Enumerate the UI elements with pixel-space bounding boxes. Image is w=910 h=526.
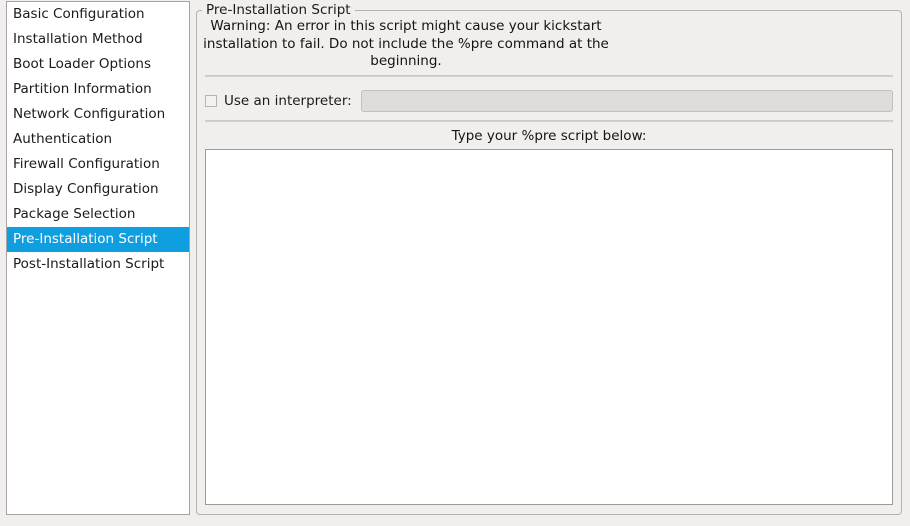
- sidebar-item-post-installation-script[interactable]: Post-Installation Script: [7, 252, 189, 277]
- sidebar-item-firewall-configuration[interactable]: Firewall Configuration: [7, 152, 189, 177]
- separator-bottom: [205, 120, 893, 122]
- warning-line-3: beginning.: [370, 53, 442, 69]
- sidebar-item-basic-configuration[interactable]: Basic Configuration: [7, 2, 189, 27]
- warning-line-1: Warning: An error in this script might c…: [210, 18, 602, 34]
- warning-text: Warning: An error in this script might c…: [201, 18, 611, 71]
- use-interpreter-checkbox[interactable]: [205, 95, 217, 107]
- sidebar-item-display-configuration[interactable]: Display Configuration: [7, 177, 189, 202]
- warning-line-2: installation to fail. Do not include the…: [203, 35, 609, 52]
- sidebar-item-partition-information[interactable]: Partition Information: [7, 77, 189, 102]
- sidebar-item-package-selection[interactable]: Package Selection: [7, 202, 189, 227]
- sidebar-item-authentication[interactable]: Authentication: [7, 127, 189, 152]
- separator-top: [205, 75, 893, 77]
- sidebar-item-boot-loader-options[interactable]: Boot Loader Options: [7, 52, 189, 77]
- interpreter-input[interactable]: [360, 90, 893, 112]
- script-area-label: Type your %pre script below:: [451, 128, 647, 144]
- use-interpreter-label: Use an interpreter:: [224, 93, 352, 109]
- pre-installation-script-panel: Pre-Installation Script Warning: An erro…: [196, 1, 902, 515]
- script-textarea-frame[interactable]: [205, 149, 893, 505]
- group-box-title: Pre-Installation Script: [202, 1, 355, 19]
- script-textarea[interactable]: [206, 150, 892, 504]
- sidebar-item-network-configuration[interactable]: Network Configuration: [7, 102, 189, 127]
- interpreter-row: Use an interpreter:: [205, 89, 893, 113]
- navigation-list[interactable]: Basic Configuration Installation Method …: [6, 1, 190, 515]
- sidebar-item-pre-installation-script[interactable]: Pre-Installation Script: [7, 227, 189, 252]
- sidebar-item-installation-method[interactable]: Installation Method: [7, 27, 189, 52]
- panel-content: Warning: An error in this script might c…: [197, 11, 901, 514]
